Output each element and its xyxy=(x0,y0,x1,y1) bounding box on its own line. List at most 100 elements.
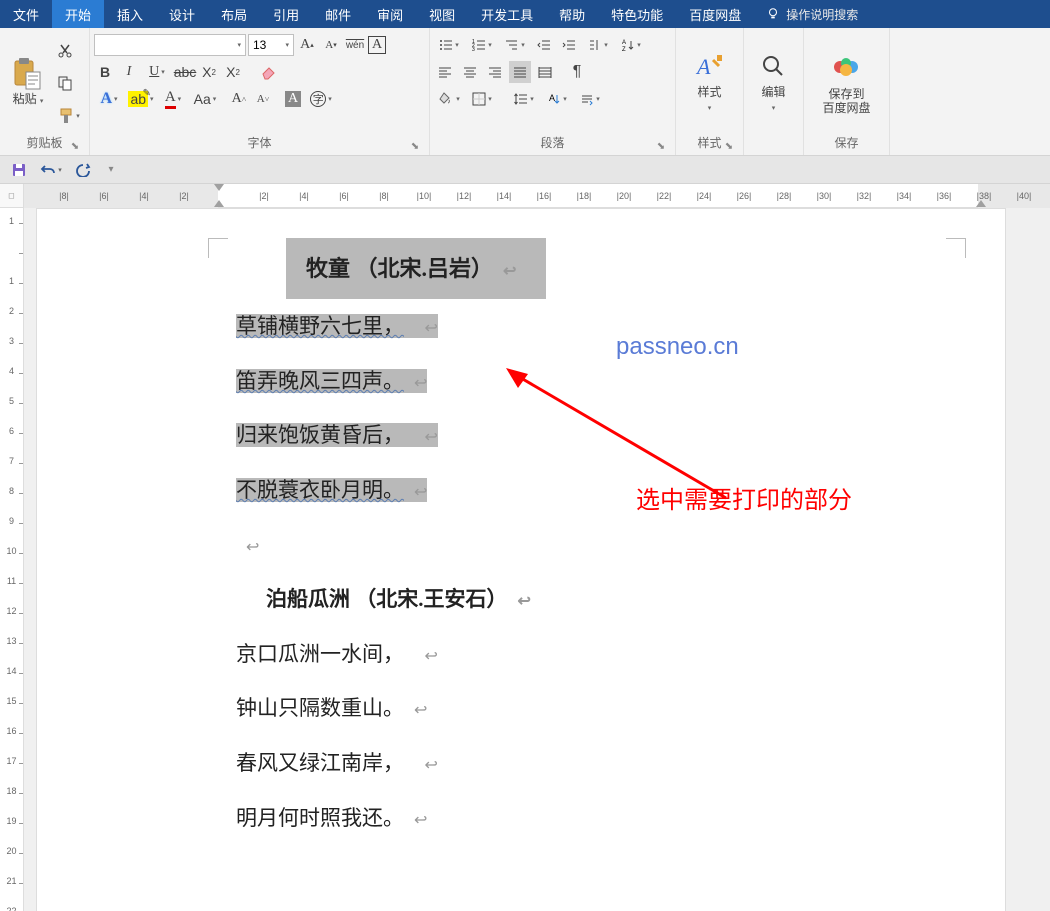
tell-me-search[interactable]: 操作说明搜索 xyxy=(754,0,858,28)
tab-view[interactable]: 视图 xyxy=(416,0,468,28)
tab-references[interactable]: 引用 xyxy=(260,0,312,28)
bullets-button[interactable] xyxy=(434,34,464,56)
poem2-line3[interactable]: 春风又绿江南岸， ↩ xyxy=(236,736,906,791)
cut-button[interactable] xyxy=(54,40,76,62)
ruler-corner[interactable]: ◻ xyxy=(0,184,24,208)
tab-mailings[interactable]: 邮件 xyxy=(312,0,364,28)
watermark-text: passneo.cn xyxy=(616,333,739,361)
tab-file[interactable]: 文件 xyxy=(0,0,52,28)
group-clipboard: 粘贴 ▾ 剪贴板⬊ xyxy=(0,28,90,155)
italic-button[interactable]: I xyxy=(118,61,140,83)
tab-review[interactable]: 审阅 xyxy=(364,0,416,28)
document-area[interactable]: 牧童 （北宋.吕岩）↩ 草铺横野六七里， ↩ 笛弄晚风三四声。↩ 归来饱饭黄昏后… xyxy=(24,208,1050,911)
char-border-button[interactable]: A xyxy=(368,36,386,54)
font-family-select[interactable]: ▾ xyxy=(94,34,246,56)
phonetic-guide-button[interactable]: wén xyxy=(344,34,366,56)
tab-layout[interactable]: 布局 xyxy=(208,0,260,28)
line-spacing-button[interactable] xyxy=(509,88,539,110)
tab-special[interactable]: 特色功能 xyxy=(598,0,676,28)
decrease-indent-button[interactable] xyxy=(533,34,555,56)
clipboard-launcher-icon[interactable]: ⬊ xyxy=(69,139,81,151)
page[interactable]: 牧童 （北宋.吕岩）↩ 草铺横野六七里， ↩ 笛弄晚风三四声。↩ 归来饱饭黄昏后… xyxy=(36,208,1006,911)
poem2-line2[interactable]: 钟山只隔数重山。↩ xyxy=(236,681,906,736)
grow-font2-button[interactable]: A˄ xyxy=(228,88,250,110)
menu-tabs: 文件 开始 插入 设计 布局 引用 邮件 审阅 视图 开发工具 帮助 特色功能 … xyxy=(0,0,1050,28)
undo-button[interactable] xyxy=(36,159,66,181)
group-font: ▾ 13▾ A▴ A▾ wén A B I U abc X2 X2 xyxy=(90,28,430,155)
ribbon: 粘贴 ▾ 剪贴板⬊ ▾ 13▾ A▴ A▾ wén A xyxy=(0,28,1050,156)
vertical-ruler[interactable]: 112345678910111213141516171819202122 xyxy=(0,208,24,911)
horizontal-ruler[interactable]: |8||6||4||2||2||4||6||8||10||12||14||16|… xyxy=(24,184,1050,208)
eraser-icon[interactable] xyxy=(258,61,280,83)
align-justify-button[interactable] xyxy=(509,61,531,83)
tab-insert[interactable]: 插入 xyxy=(104,0,156,28)
font-size-select[interactable]: 13▾ xyxy=(248,34,294,56)
group-editing: 编辑▾ xyxy=(744,28,804,155)
font-launcher-icon[interactable]: ⬊ xyxy=(409,139,421,151)
format-painter-button[interactable] xyxy=(54,105,84,127)
vertical-ruler-wrap: ◻ 112345678910111213141516171819202122 xyxy=(0,184,24,911)
char-shading-button[interactable]: A xyxy=(282,88,304,110)
poem1-line2[interactable]: 笛弄晚风三四声。↩ xyxy=(236,354,906,409)
poem1-line1[interactable]: 草铺横野六七里， ↩ xyxy=(236,299,906,354)
bold-button[interactable]: B xyxy=(94,61,116,83)
shrink-font2-button[interactable]: A˅ xyxy=(252,88,274,110)
poem2-title[interactable]: 泊船瓜洲 （北宋.王安石）↩ xyxy=(236,572,906,627)
increase-indent-button[interactable] xyxy=(558,34,580,56)
poem2-line1[interactable]: 京口瓜洲一水间， ↩ xyxy=(236,627,906,682)
poem1-title[interactable]: 牧童 （北宋.吕岩）↩ xyxy=(236,238,906,299)
numbering-button[interactable]: 123 xyxy=(467,34,497,56)
copy-button[interactable] xyxy=(54,72,76,94)
change-case-button[interactable]: Aa xyxy=(190,88,220,110)
tab-design[interactable]: 设计 xyxy=(156,0,208,28)
align-left-button[interactable] xyxy=(434,61,456,83)
shading-button[interactable] xyxy=(434,88,464,110)
shrink-font-button[interactable]: A▾ xyxy=(320,34,342,56)
subscript-button[interactable]: X2 xyxy=(198,61,220,83)
multilevel-list-button[interactable] xyxy=(500,34,530,56)
grow-font-button[interactable]: A▴ xyxy=(296,34,318,56)
align-right-button[interactable] xyxy=(484,61,506,83)
highlight-button[interactable]: ab✎ xyxy=(126,88,156,110)
text-effects-button[interactable]: A xyxy=(94,88,124,110)
svg-text:A: A xyxy=(549,93,555,103)
save-button[interactable] xyxy=(8,159,30,181)
strikethrough-button[interactable]: abc xyxy=(174,61,196,83)
empty-line[interactable]: ↩ xyxy=(236,518,906,573)
align-center-button[interactable] xyxy=(459,61,481,83)
superscript-button[interactable]: X2 xyxy=(222,61,244,83)
paste-button[interactable]: 粘贴 ▾ xyxy=(4,32,52,135)
svg-text:A: A xyxy=(695,54,711,79)
find-icon xyxy=(758,51,790,83)
paste-icon xyxy=(12,58,44,90)
tell-me-label: 操作说明搜索 xyxy=(786,6,858,23)
tab-home[interactable]: 开始 xyxy=(52,0,104,28)
poem2-line4[interactable]: 明月何时照我还。↩ xyxy=(236,791,906,846)
editing-button[interactable]: 编辑▾ xyxy=(750,32,798,135)
tab-devtools[interactable]: 开发工具 xyxy=(468,0,546,28)
paragraph-launcher-icon[interactable]: ⬊ xyxy=(655,139,667,151)
styles-button[interactable]: A 样式▾ xyxy=(686,32,734,135)
styles-icon: A xyxy=(694,51,726,83)
tab-baidu[interactable]: 百度网盘 xyxy=(676,0,754,28)
tab-help[interactable]: 帮助 xyxy=(546,0,598,28)
show-marks-button[interactable]: ¶ xyxy=(566,61,588,83)
save-to-baidu-button[interactable]: 保存到 百度网盘 xyxy=(816,32,876,135)
styles-launcher-icon[interactable]: ⬊ xyxy=(723,139,735,151)
page-margin-corner-tl xyxy=(208,238,228,258)
underline-button[interactable]: U xyxy=(142,61,172,83)
asian-layout-button[interactable] xyxy=(583,34,613,56)
enclose-char-button[interactable]: 字 xyxy=(306,88,336,110)
paragraph-settings-button[interactable] xyxy=(575,88,605,110)
redo-button[interactable] xyxy=(72,159,94,181)
annotation-text: 选中需要打印的部分 xyxy=(636,480,852,515)
baidu-cloud-icon xyxy=(830,53,862,85)
qat-customize-button[interactable]: ▾ xyxy=(100,159,122,181)
poem1-line3[interactable]: 归来饱饭黄昏后， ↩ xyxy=(236,408,906,463)
font-color-button[interactable]: A xyxy=(158,88,188,110)
text-direction-button[interactable]: A xyxy=(542,88,572,110)
align-distributed-button[interactable] xyxy=(534,61,556,83)
borders-button[interactable] xyxy=(467,88,497,110)
sort-button[interactable]: AZ xyxy=(616,34,646,56)
group-paragraph: 123 AZ ¶ xyxy=(430,28,676,155)
